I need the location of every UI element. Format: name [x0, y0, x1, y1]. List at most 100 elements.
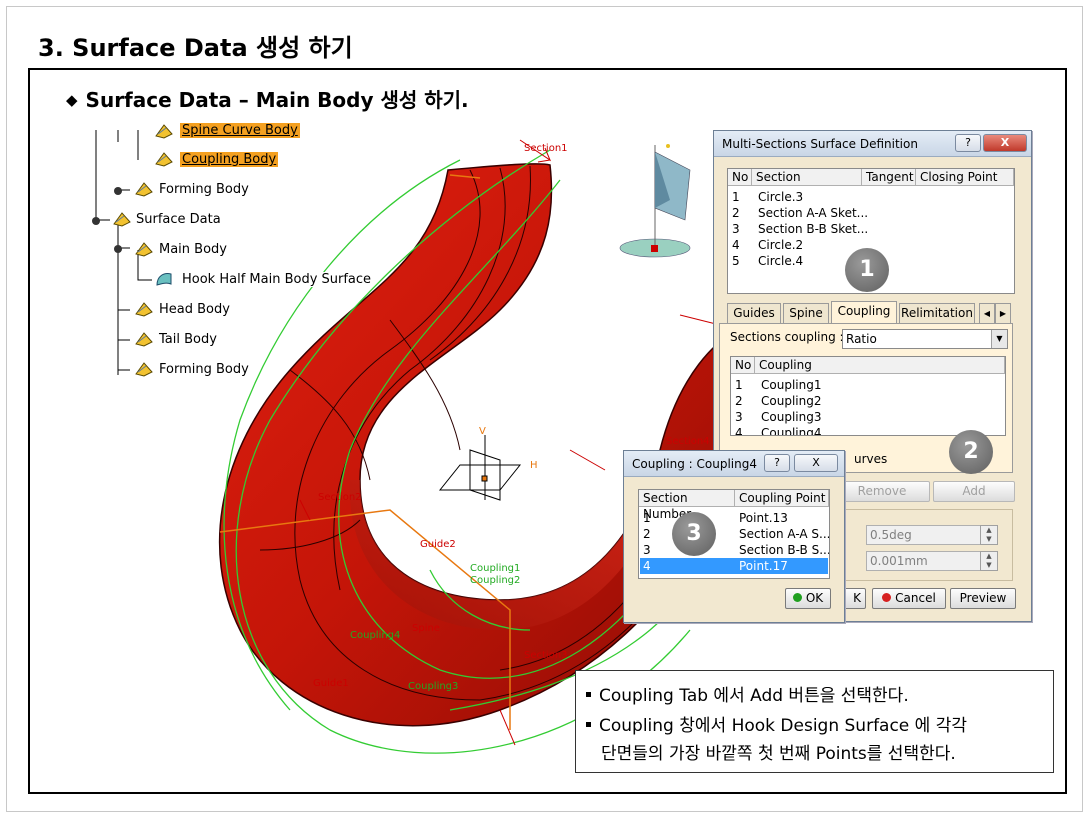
- angular-deviation-field[interactable]: 0.5deg: [866, 525, 982, 545]
- selected-row-highlight: [640, 558, 828, 574]
- tree-collapse-icon[interactable]: [112, 240, 132, 258]
- coupling-points-list[interactable]: Section Number Coupling Point 1 Point.13…: [638, 489, 830, 579]
- add-button[interactable]: Add: [933, 481, 1015, 502]
- tree-expand-icon[interactable]: [112, 182, 132, 200]
- tree-item-surface-data[interactable]: Surface Data: [136, 212, 221, 227]
- coupling-point-row-no[interactable]: 1: [643, 510, 651, 526]
- dialog-titlebar[interactable]: Multi-Sections Surface Definition ? X: [714, 131, 1031, 157]
- section-row-name[interactable]: Circle.3: [758, 189, 803, 205]
- section4-label: Section4: [666, 436, 710, 447]
- note-line-1-text: Coupling Tab 에서 Add 버튼을 선택한다.: [599, 686, 909, 706]
- column-header-tangent[interactable]: Tangent: [862, 169, 916, 186]
- coupling-point-row-no[interactable]: 4: [643, 558, 651, 574]
- tree-item-forming-body-2[interactable]: Forming Body: [159, 362, 249, 377]
- coupling-row-no[interactable]: 2: [735, 393, 743, 409]
- tree-item-spine-curve-body[interactable]: Spine Curve Body: [180, 123, 300, 138]
- tab-scroll-right-icon[interactable]: ▶: [995, 303, 1011, 323]
- section-row-name[interactable]: Section A-A Sket...: [758, 205, 868, 221]
- section-row-name[interactable]: Circle.4: [758, 253, 803, 269]
- close-button[interactable]: X: [983, 134, 1027, 152]
- guide1-label: Guide1: [313, 678, 349, 689]
- coupling-dialog[interactable]: Coupling : Coupling4 ? X Section Number …: [623, 450, 845, 623]
- column-header-no[interactable]: No: [728, 169, 752, 186]
- coupling-titlebar[interactable]: Coupling : Coupling4 ? X: [624, 451, 844, 477]
- coupling-point-row-point[interactable]: Point.17: [739, 558, 788, 574]
- section-row-no[interactable]: 3: [732, 221, 740, 237]
- coupling-row-name[interactable]: Coupling4: [761, 425, 821, 435]
- body-icon: [135, 332, 153, 347]
- tab-scroll-left-icon[interactable]: ◀: [979, 303, 995, 323]
- body-icon: [155, 152, 173, 167]
- ok-icon: [792, 593, 802, 602]
- coupling-row-name[interactable]: Coupling1: [761, 377, 821, 393]
- column-header-coupling-point[interactable]: Coupling Point: [735, 490, 829, 507]
- tree-item-head-body[interactable]: Head Body: [159, 302, 230, 317]
- spin-up-down-icon[interactable]: ▲ ▼: [980, 525, 998, 545]
- coupling-row-name[interactable]: Coupling3: [761, 409, 821, 425]
- tab-coupling[interactable]: Coupling: [831, 301, 897, 323]
- column-header-section-number[interactable]: Section Number: [639, 490, 735, 521]
- coupling1-label: Coupling1: [470, 563, 521, 574]
- section3-label: Section3: [524, 650, 568, 661]
- coupling-point-row-no[interactable]: 3: [643, 542, 651, 558]
- content-frame: ◆ Surface Data – Main Body 생성 하기. Sectio…: [28, 68, 1067, 794]
- step-badge-1: 1: [845, 248, 889, 292]
- tab-strip: Guides Spine Coupling Relimitation ◀ ▶: [727, 301, 1027, 325]
- coupling-row-no[interactable]: 1: [735, 377, 743, 393]
- sections-coupling-select[interactable]: Ratio ▼: [842, 329, 1008, 349]
- body-icon: [135, 362, 153, 377]
- tree-item-tail-body[interactable]: Tail Body: [159, 332, 217, 347]
- tree-item-coupling-body[interactable]: Coupling Body: [180, 152, 279, 167]
- coupling3-label: Coupling3: [408, 681, 459, 692]
- coupling-point-row-point[interactable]: Point.13: [739, 510, 788, 526]
- chevron-down-icon[interactable]: ▼: [991, 330, 1007, 348]
- tab-spine[interactable]: Spine: [783, 303, 829, 323]
- tree-item-forming-body[interactable]: Forming Body: [159, 182, 249, 197]
- tree-item-hook-half-main-body-surface[interactable]: Hook Half Main Body Surface: [180, 272, 374, 287]
- body-icon: [135, 242, 153, 257]
- compass-axis-icon[interactable]: [438, 435, 522, 501]
- body-icon: [155, 124, 173, 139]
- remove-button[interactable]: Remove: [834, 481, 930, 502]
- section-row-name[interactable]: Section B-B Sket...: [758, 221, 868, 237]
- view-navigation-icon[interactable]: [619, 144, 691, 258]
- section-row-no[interactable]: 4: [732, 237, 740, 253]
- cancel-button[interactable]: Cancel: [872, 588, 946, 609]
- section2-label: Section2: [318, 492, 362, 503]
- spine-label: Spine: [412, 623, 440, 634]
- section1-label: Section1: [524, 143, 568, 154]
- preview-button[interactable]: Preview: [950, 588, 1016, 609]
- coupling-point-row-no[interactable]: 2: [643, 526, 651, 542]
- column-header-section[interactable]: Section: [752, 169, 862, 186]
- help-button[interactable]: ?: [764, 454, 790, 472]
- body-icon: [113, 212, 131, 227]
- column-header-no[interactable]: No: [731, 357, 755, 374]
- spin-up-down-icon[interactable]: ▲ ▼: [980, 551, 998, 571]
- coupling-row-no[interactable]: 4: [735, 425, 743, 435]
- ok-button[interactable]: OK: [785, 588, 831, 609]
- deviation-field[interactable]: 0.001mm: [866, 551, 982, 571]
- section-row-name[interactable]: Circle.2: [758, 237, 803, 253]
- close-button[interactable]: X: [794, 454, 838, 472]
- tree-collapse-icon[interactable]: [90, 212, 110, 230]
- coupling-row-no[interactable]: 3: [735, 409, 743, 425]
- tab-relimitation[interactable]: Relimitation: [899, 303, 975, 323]
- help-button[interactable]: ?: [955, 134, 981, 152]
- body-icon: [135, 182, 153, 197]
- coupling-row-name[interactable]: Coupling2: [761, 393, 821, 409]
- section-row-no[interactable]: 2: [732, 205, 740, 221]
- coupling2-label: Coupling2: [470, 575, 521, 586]
- column-header-closing-point[interactable]: Closing Point: [916, 169, 1014, 186]
- square-bullet-icon: [586, 692, 591, 697]
- note-line-2-text: Coupling 창에서 Hook Design Surface 에 각각: [599, 716, 967, 736]
- couplings-list[interactable]: No Coupling 1 Coupling1 2 Coupling2 3 Co…: [730, 356, 1006, 436]
- coupling4-label: Coupling4: [350, 630, 401, 641]
- column-header-coupling[interactable]: Coupling: [755, 357, 1005, 374]
- section-row-no[interactable]: 5: [732, 253, 740, 269]
- tab-guides[interactable]: Guides: [727, 303, 781, 323]
- tree-item-main-body[interactable]: Main Body: [159, 242, 227, 257]
- coupling-point-row-point[interactable]: Section A-A S...: [739, 526, 829, 542]
- section-row-no[interactable]: 1: [732, 189, 740, 205]
- dialog-title: Multi-Sections Surface Definition: [722, 137, 918, 151]
- coupling-point-row-point[interactable]: Section B-B S...: [739, 542, 829, 558]
